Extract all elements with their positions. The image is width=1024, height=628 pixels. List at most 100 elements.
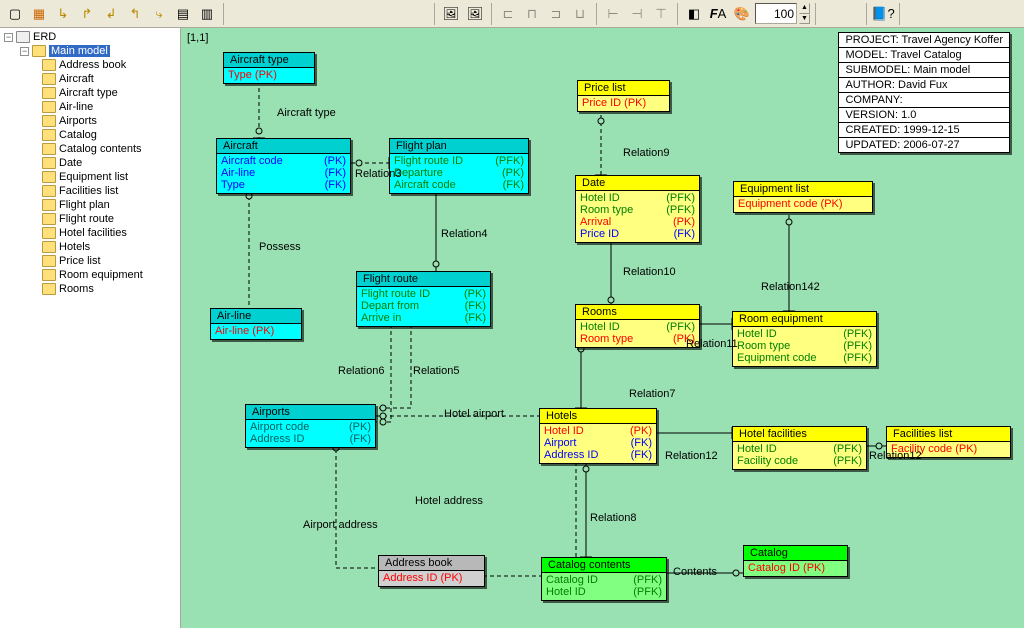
tool-note[interactable]: ▤ (172, 3, 194, 25)
tree-item[interactable]: Catalog (2, 128, 178, 142)
rel-12: Relation12 (665, 450, 718, 462)
tree-item[interactable]: Address book (2, 58, 178, 72)
rel-hotel-airport: Hotel airport (444, 408, 504, 420)
meta-submodel: SUBMODEL: Main model (839, 63, 1009, 78)
tree-item-label: Facilities list (59, 185, 118, 197)
tree-item-label: Date (59, 157, 82, 169)
rel-142: Relation142 (761, 281, 820, 293)
tree-item[interactable]: Flight route (2, 212, 178, 226)
rel-aircraft-type: Aircraft type (277, 107, 336, 119)
entity-airports[interactable]: Airports Airport code(PK) Address ID(FK) (245, 404, 376, 448)
tool-rel3[interactable]: ↲ (100, 3, 122, 25)
image-tool1[interactable]: 🖼 (440, 3, 462, 25)
entity-aircraft-type[interactable]: Aircraft type Type (PK) (223, 52, 315, 84)
zoom-spinner[interactable]: ▲▼ (799, 3, 810, 24)
folder-icon (42, 185, 56, 197)
zoom-input[interactable] (755, 3, 797, 24)
model-tree[interactable]: − ERD − Main model Address bookAircraftA… (0, 28, 181, 628)
entity-price-list[interactable]: Price list Price ID (PK) (577, 80, 670, 112)
tree-root[interactable]: − ERD (2, 30, 178, 44)
folder-icon (42, 101, 56, 113)
collapse-icon[interactable]: − (20, 47, 29, 56)
rel-12b: Relation12 (869, 450, 922, 462)
tool-grid[interactable]: ▥ (196, 3, 218, 25)
display-1[interactable]: ◧ (683, 3, 705, 25)
tree-item-label: Catalog contents (59, 143, 142, 155)
entity-flight-plan[interactable]: Flight plan Flight route ID(PFK) Departu… (389, 138, 529, 194)
tree-item[interactable]: Air-line (2, 100, 178, 114)
tool-rel1[interactable]: ↳ (52, 3, 74, 25)
folder-icon (42, 157, 56, 169)
tree-item[interactable]: Price list (2, 254, 178, 268)
meta-author: AUTHOR: David Fux (839, 78, 1009, 93)
meta-project: PROJECT: Travel Agency Koffer (839, 33, 1009, 48)
tree-item[interactable]: Equipment list (2, 170, 178, 184)
tree-item[interactable]: Catalog contents (2, 142, 178, 156)
entity-equipment-list[interactable]: Equipment list Equipment code (PK) (733, 181, 873, 213)
tool-rel2[interactable]: ↱ (76, 3, 98, 25)
tool-rel5[interactable]: ⤷ (148, 3, 170, 25)
folder-icon (42, 199, 56, 211)
entity-room-equipment[interactable]: Room equipment Hotel ID(PFK) Room type(P… (732, 311, 877, 367)
entity-address-book[interactable]: Address book Address ID (PK) (378, 555, 485, 587)
tree-item-label: Airports (59, 115, 97, 127)
rel-6: Relation6 (338, 365, 384, 377)
distrib-1[interactable]: ⊢ (602, 3, 624, 25)
tree-main-label: Main model (49, 45, 110, 57)
font-tool[interactable]: FA (707, 3, 729, 25)
collapse-icon[interactable]: − (4, 33, 13, 42)
entity-catalog[interactable]: Catalog Catalog ID (PK) (743, 545, 848, 577)
color-tool[interactable]: 🎨 (731, 3, 753, 25)
tree-item[interactable]: Airports (2, 114, 178, 128)
align-right[interactable]: ⊐ (545, 3, 567, 25)
tool-arrow[interactable]: ▢ (4, 3, 26, 25)
folder-icon (42, 73, 56, 85)
tool-table[interactable]: ▦ (28, 3, 50, 25)
align-left[interactable]: ⊏ (497, 3, 519, 25)
tool-rel4[interactable]: ↰ (124, 3, 146, 25)
folder-icon (42, 213, 56, 225)
tree-item[interactable]: Date (2, 156, 178, 170)
entity-flight-route[interactable]: Flight route Flight route ID(PK) Depart … (356, 271, 491, 327)
tree-item[interactable]: Rooms (2, 282, 178, 296)
folder-icon (42, 255, 56, 267)
entity-aircraft[interactable]: Aircraft Aircraft code(PK) Air-line(FK) … (216, 138, 351, 194)
folder-icon (42, 59, 56, 71)
tree-item-label: Aircraft type (59, 87, 118, 99)
folder-icon (16, 31, 30, 43)
entity-hotel-facilities[interactable]: Hotel facilities Hotel ID(PFK) Facility … (732, 426, 867, 470)
tree-main-model[interactable]: − Main model (2, 44, 178, 58)
meta-updated: UPDATED: 2006-07-27 (839, 138, 1009, 152)
meta-company: COMPANY: (839, 93, 1009, 108)
tree-item[interactable]: Room equipment (2, 268, 178, 282)
folder-icon (42, 115, 56, 127)
align-center[interactable]: ⊓ (521, 3, 543, 25)
entity-date[interactable]: Date Hotel ID(PFK) Room type(PFK) Arriva… (575, 175, 700, 243)
folder-icon (42, 227, 56, 239)
tree-item[interactable]: Aircraft type (2, 86, 178, 100)
align-misc[interactable]: ⊔ (569, 3, 591, 25)
erd-canvas[interactable]: [1,1] PROJECT: Travel Agency Koffer MODE… (181, 28, 1024, 628)
entity-rooms[interactable]: Rooms Hotel ID(PFK) Room type(PK) (575, 304, 700, 348)
entity-hotels[interactable]: Hotels Hotel ID(PK) Airport(FK) Address … (539, 408, 657, 464)
entity-catalog-contents[interactable]: Catalog contents Catalog ID(PFK) Hotel I… (541, 557, 667, 601)
image-tool2[interactable]: 🖼 (464, 3, 486, 25)
toolbar: ▢ ▦ ↳ ↱ ↲ ↰ ⤷ ▤ ▥ 🖼 🖼 ⊏ ⊓ ⊐ ⊔ ⊢ ⊣ ⊤ ◧ FA… (0, 0, 1024, 28)
tree-item-label: Hotel facilities (59, 227, 127, 239)
entity-airline[interactable]: Air-line Air-line (PK) (210, 308, 302, 340)
tree-item[interactable]: Hotel facilities (2, 226, 178, 240)
tree-item[interactable]: Hotels (2, 240, 178, 254)
tree-item-label: Room equipment (59, 269, 143, 281)
tree-item-label: Address book (59, 59, 126, 71)
tree-item-label: Flight plan (59, 199, 110, 211)
tree-item[interactable]: Flight plan (2, 198, 178, 212)
tree-item[interactable]: Aircraft (2, 72, 178, 86)
folder-icon (42, 87, 56, 99)
help-tool[interactable]: 📘? (872, 3, 894, 25)
folder-icon (32, 45, 46, 57)
tree-item[interactable]: Facilities list (2, 184, 178, 198)
meta-created: CREATED: 1999-12-15 (839, 123, 1009, 138)
distrib-3[interactable]: ⊤ (650, 3, 672, 25)
distrib-2[interactable]: ⊣ (626, 3, 648, 25)
rel-9: Relation9 (623, 147, 669, 159)
